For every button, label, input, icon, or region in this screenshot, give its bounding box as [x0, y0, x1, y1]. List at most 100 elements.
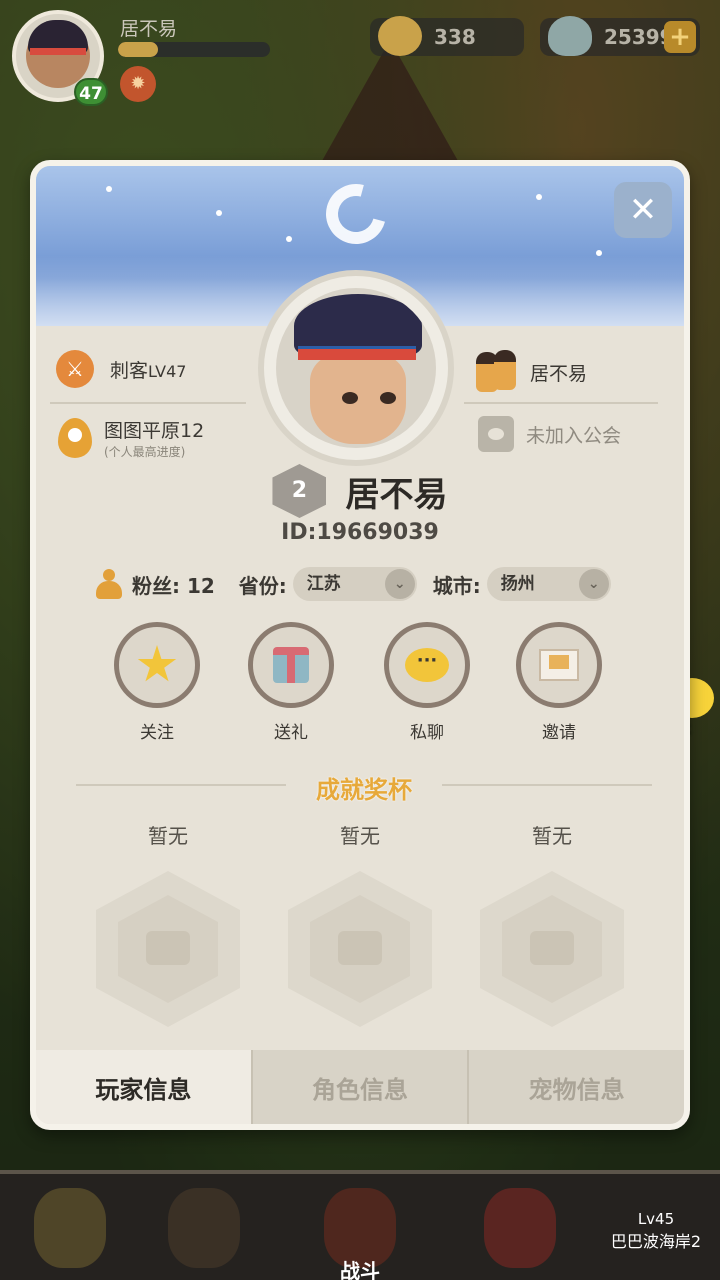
gem-stone-icon [548, 16, 592, 56]
achievements-header: 成就奖杯 [76, 770, 652, 804]
chevron-down-icon: ⌄ [384, 569, 415, 599]
star-decoration [106, 186, 112, 192]
character-nav-icon [168, 1188, 240, 1268]
city-label: 城市: [432, 573, 481, 598]
city-select[interactable]: 扬州 ⌄ [486, 567, 611, 601]
portrait-headband [298, 346, 416, 360]
portrait-eye [380, 392, 396, 404]
star-decoration [286, 236, 292, 242]
follow-circle [114, 622, 200, 708]
locked-stage[interactable]: Lv45 巴巴波海岸2 [596, 1210, 716, 1252]
follow-label: 关注 [140, 723, 174, 743]
partner-row[interactable]: 居不易 [476, 350, 587, 394]
gift-circle [248, 622, 334, 708]
profile-tabs: 玩家信息 角色信息 宠物信息 [36, 1050, 684, 1124]
chat-bubble-icon: ··· [405, 648, 449, 682]
trophy-placeholder-icon [146, 931, 190, 965]
trophy-status: 暂无 [340, 824, 380, 848]
guild-row: 未加入公会 [478, 416, 621, 452]
hud-player-name: 居不易 [120, 18, 178, 40]
location-note: (个人最高进度) [104, 445, 186, 459]
trophy-hex-icon [288, 871, 432, 1027]
province-select[interactable]: 江苏 ⌄ [292, 567, 417, 601]
tab-pet-info[interactable]: 宠物信息 [467, 1050, 684, 1124]
chat-circle: ··· [384, 622, 470, 708]
player-level-badge: 47 [74, 78, 108, 106]
star-decoration [216, 210, 222, 216]
couple-icon [476, 350, 518, 394]
dino-nav-icon [484, 1188, 556, 1268]
divider [50, 402, 246, 404]
guild-banner-icon [478, 416, 514, 452]
follow-button[interactable]: 关注 [112, 622, 202, 743]
meta-line: 粉丝: 12 省份: 江苏 ⌄ 城市: 扬州 ⌄ [96, 564, 611, 604]
gold-counter[interactable]: 338 [370, 16, 524, 56]
location-row: 图图平原12 (个人最高进度) [58, 416, 204, 460]
fans-count: 粉丝: 12 [132, 573, 215, 598]
star-decoration [536, 194, 542, 200]
gift-button[interactable]: 送礼 [246, 622, 336, 743]
nav-dino[interactable] [470, 1184, 570, 1280]
tab-character-info[interactable]: 角色信息 [250, 1050, 468, 1124]
trophy-hex-icon [96, 871, 240, 1027]
gem-counter[interactable]: 25399 + [540, 16, 700, 56]
tab-player-info[interactable]: 玩家信息 [36, 1050, 251, 1124]
gold-coin-icon [378, 16, 422, 56]
partner-name: 居不易 [530, 362, 588, 385]
pet-nav-icon [34, 1188, 106, 1268]
add-gems-button[interactable]: + [664, 21, 696, 53]
invite-button[interactable]: 邀请 [514, 622, 604, 743]
name-line: 2 居不易 [36, 464, 684, 518]
fans-icon [96, 569, 122, 599]
city-value: 扬州 [500, 574, 535, 594]
player-profile-modal: ✕ ⚔ 刺客LV47 图图平原12 (个人最高进度) 居不易 未加入公会 2 居… [30, 160, 690, 1130]
trophy-placeholder-icon [530, 931, 574, 965]
envelope-icon [539, 649, 579, 681]
fight-label: 战斗 [340, 1259, 380, 1280]
trophy-status: 暂无 [532, 824, 572, 848]
trophy-placeholder-icon [338, 931, 382, 965]
nav-pet[interactable] [20, 1184, 120, 1280]
bottom-navigation: 战斗 Lv45 巴巴波海岸2 [0, 1170, 720, 1280]
trophy-slot[interactable]: 暂无 [96, 820, 240, 1027]
close-button[interactable]: ✕ [614, 182, 672, 238]
trophy-status: 暂无 [148, 824, 188, 848]
role-row: ⚔ 刺客LV47 [56, 350, 186, 388]
portrait-inner [276, 288, 436, 448]
rank-badge-icon: 2 [272, 464, 327, 518]
action-buttons: 关注 送礼 ··· 私聊 邀请 [112, 622, 632, 743]
profile-portrait [258, 270, 454, 466]
role-name: 刺客 [110, 359, 149, 382]
trophy-list: 暂无 暂无 暂无 [96, 820, 636, 1040]
role-text: 刺客LV47 [110, 356, 186, 383]
achievements-title: 成就奖杯 [316, 776, 412, 804]
role-buff-icon[interactable]: ✹ [120, 66, 156, 102]
trophy-slot[interactable]: 暂无 [288, 820, 432, 1027]
star-icon [137, 645, 177, 682]
divider [464, 402, 658, 404]
player-id: ID:19669039 [281, 520, 439, 545]
portrait-eye [342, 392, 358, 404]
trophy-slot[interactable]: 暂无 [480, 820, 624, 1027]
guild-status: 未加入公会 [526, 424, 622, 447]
location-name: 图图平原12 [104, 420, 205, 442]
province-value: 江苏 [306, 574, 341, 594]
private-chat-button[interactable]: ··· 私聊 [382, 622, 472, 743]
location-pin-icon [58, 418, 92, 458]
locked-stage-name: 巴巴波海岸2 [610, 1232, 702, 1251]
gift-label: 送礼 [274, 723, 308, 743]
role-level: LV47 [148, 361, 187, 381]
chevron-down-icon: ⌄ [578, 569, 609, 599]
assassin-icon: ⚔ [56, 350, 94, 388]
private-chat-label: 私聊 [410, 723, 444, 743]
invite-label: 邀请 [542, 723, 576, 743]
locked-stage-level: Lv45 [637, 1210, 675, 1228]
location-text: 图图平原12 (个人最高进度) [104, 416, 204, 460]
player-name: 居不易 [345, 474, 448, 515]
nav-character[interactable] [154, 1184, 254, 1280]
gold-value: 338 [434, 25, 476, 49]
xp-bar [118, 42, 270, 57]
nav-fight[interactable]: 战斗 [310, 1184, 410, 1280]
avatar-headband [30, 48, 86, 55]
gift-icon [273, 647, 309, 683]
